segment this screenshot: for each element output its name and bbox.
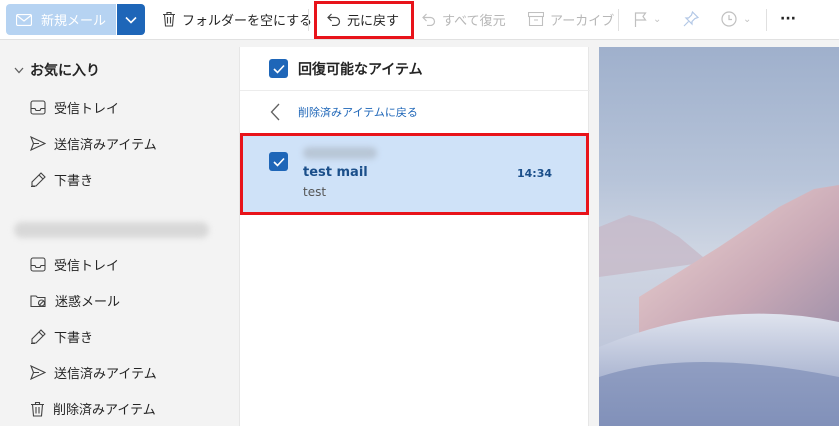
list-title: 回復可能なアイテム <box>298 61 423 78</box>
restore-icon <box>422 13 436 26</box>
sidebar-item-deleted[interactable]: 削除済みアイテム <box>30 399 156 418</box>
chevron-down-icon: ⌄ <box>743 13 752 25</box>
restore-all-button[interactable]: すべて復元 <box>422 0 506 38</box>
toolbar-divider <box>618 9 619 31</box>
draft-icon <box>31 329 46 344</box>
sidebar-item-label: 下書き <box>54 331 94 346</box>
empty-folder-label: フォルダーを空にする <box>182 13 313 29</box>
send-icon <box>30 136 46 151</box>
sidebar-item-inbox[interactable]: 受信トレイ <box>30 255 119 274</box>
archive-label: アーカイブ <box>550 13 615 29</box>
sidebar-item-label: 送信済みアイテム <box>54 367 157 382</box>
sidebar-item-label: 送信済みアイテム <box>54 138 157 153</box>
sidebar-item-label: 受信トレイ <box>54 259 120 274</box>
snooze-button[interactable]: ⌄ <box>721 0 751 38</box>
send-icon <box>30 365 46 380</box>
pin-button[interactable] <box>683 0 699 38</box>
chevron-left-icon[interactable] <box>270 103 280 121</box>
more-options-button[interactable]: ··· <box>780 0 796 38</box>
checkmark-icon <box>272 64 285 74</box>
sidebar-item-label: 迷惑メール <box>55 295 121 310</box>
select-all-checkbox[interactable] <box>269 59 288 78</box>
list-header: 回復可能なアイテム <box>240 47 590 91</box>
pin-icon <box>683 11 699 27</box>
toolbar-divider <box>308 9 309 31</box>
message-list-pane: 回復可能なアイテム 削除済みアイテムに戻る test mail 14:34 te… <box>239 47 590 426</box>
toolbar-divider <box>766 9 767 31</box>
command-toolbar: 新規メール フォルダーを空にする 元に戻す すべて復元 アーカイブ ⌄ ⌄ ··… <box>0 0 839 40</box>
undo-highlight-box <box>314 1 414 39</box>
sidebar-item-label: 削除済みアイテム <box>53 403 156 418</box>
sidebar-item-label: 下書き <box>54 174 94 189</box>
sidebar-item-junk[interactable]: 迷惑メール <box>30 291 120 310</box>
mail-icon <box>16 13 32 26</box>
sidebar-item-favorites-drafts[interactable]: 下書き <box>30 170 93 189</box>
inbox-icon <box>30 257 46 272</box>
favorites-header[interactable]: お気に入り <box>14 60 100 80</box>
mountain-landscape-image <box>599 185 839 426</box>
trash-icon <box>163 11 175 27</box>
sidebar-item-sent[interactable]: 送信済みアイテム <box>30 363 157 382</box>
message-highlight-box <box>240 133 589 215</box>
chevron-down-icon: ⌄ <box>653 13 662 25</box>
flag-button[interactable]: ⌄ <box>634 0 661 38</box>
account-name-blurred[interactable] <box>14 222 209 238</box>
favorites-label: お気に入り <box>30 63 100 79</box>
reading-pane-background <box>599 47 839 426</box>
empty-folder-button[interactable]: フォルダーを空にする <box>162 0 312 38</box>
trash-icon <box>31 401 44 417</box>
sidebar-item-label: 受信トレイ <box>54 102 120 117</box>
back-to-deleted-row: 削除済みアイテムに戻る <box>240 92 590 132</box>
archive-button[interactable]: アーカイブ <box>528 0 614 38</box>
inbox-icon <box>30 100 46 115</box>
sidebar-item-favorites-sent[interactable]: 送信済みアイテム <box>30 134 157 153</box>
sidebar-item-drafts[interactable]: 下書き <box>30 327 93 346</box>
new-mail-dropdown-button[interactable] <box>117 4 145 35</box>
archive-icon <box>528 12 544 26</box>
more-icon: ··· <box>780 11 796 27</box>
draft-icon <box>31 172 46 187</box>
sidebar-item-favorites-inbox[interactable]: 受信トレイ <box>30 98 119 117</box>
flag-icon <box>634 11 647 27</box>
chevron-down-icon <box>14 67 24 73</box>
junk-icon <box>30 295 46 308</box>
folder-pane: お気に入り 受信トレイ 送信済みアイテム 下書き 受信トレイ 迷惑メール 下書き… <box>0 40 238 426</box>
back-to-deleted-link[interactable]: 削除済みアイテムに戻る <box>298 104 418 120</box>
new-mail-label: 新規メール <box>41 14 107 29</box>
restore-all-label: すべて復元 <box>442 13 506 29</box>
clock-icon <box>721 11 737 27</box>
new-mail-button[interactable]: 新規メール <box>6 4 116 35</box>
chevron-down-icon <box>125 16 137 24</box>
